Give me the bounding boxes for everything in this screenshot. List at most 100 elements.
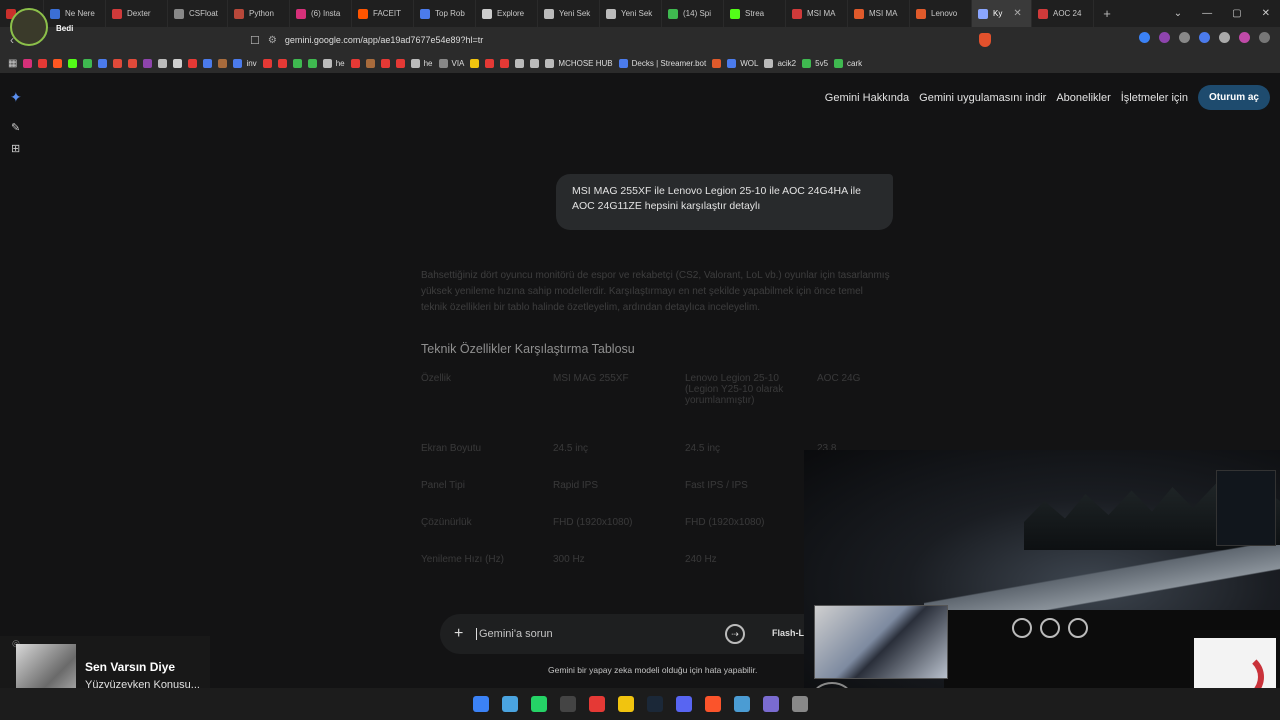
bookmark-item[interactable] [350, 58, 360, 68]
browser-tab[interactable]: Yeni Sek [600, 0, 662, 27]
taskbar-app-icon[interactable] [791, 696, 808, 712]
site-info-icon[interactable]: ⚙ [268, 35, 277, 46]
bookmark-item[interactable] [53, 58, 63, 68]
bookmark-item[interactable] [530, 58, 540, 68]
bookmark-item[interactable]: Decks | Streamer.bot [618, 58, 707, 68]
menu-icon[interactable] [1259, 32, 1270, 43]
bookmark-item[interactable] [262, 58, 272, 68]
bookmark-item[interactable] [98, 58, 108, 68]
bookmark-item[interactable]: WOL [727, 58, 758, 68]
bookmark-item[interactable] [83, 58, 93, 68]
bookmark-item[interactable] [485, 58, 495, 68]
bookmark-item[interactable] [113, 58, 123, 68]
bookmark-item[interactable]: he [322, 58, 345, 68]
bookmark-item[interactable] [143, 58, 153, 68]
bookmark-favicon-icon [545, 58, 555, 68]
bookmark-item[interactable] [277, 58, 287, 68]
close-tab-icon[interactable]: ✕ [1013, 8, 1021, 19]
bookmark-item[interactable] [470, 58, 480, 68]
gemini-sparkle-icon[interactable]: ✦ [10, 89, 22, 106]
bookmark-icon[interactable]: ☐ [250, 34, 260, 47]
bookmark-item[interactable]: VIA [438, 58, 464, 68]
bookmark-item[interactable]: inv [233, 58, 257, 68]
bookmark-item[interactable] [365, 58, 375, 68]
bookmark-item[interactable]: 5v5 [802, 58, 828, 68]
browser-tab[interactable]: AOC 24 [1032, 0, 1094, 27]
bookmark-item[interactable] [292, 58, 302, 68]
browser-tab[interactable]: Strea [724, 0, 786, 27]
bookmark-item[interactable]: cark [834, 58, 862, 68]
bookmark-item[interactable] [188, 58, 198, 68]
taskbar-app-icon[interactable] [472, 696, 489, 712]
taskbar-app-icon[interactable] [733, 696, 750, 712]
taskbar-app-icon[interactable] [530, 696, 547, 712]
bookmark-item[interactable] [218, 58, 228, 68]
browser-tab[interactable]: Python [228, 0, 290, 27]
browser-tab[interactable]: (14) Spi [662, 0, 724, 27]
leo-icon[interactable] [1239, 32, 1250, 43]
url-text[interactable]: gemini.google.com/app/ae19ad7677e54e89?h… [285, 35, 483, 45]
browser-tab[interactable]: Lenovo [910, 0, 972, 27]
browser-tab[interactable]: Dexter [106, 0, 168, 27]
gems-icon[interactable]: ⊞ [11, 142, 20, 155]
bookmark-item[interactable] [173, 58, 183, 68]
browser-tab[interactable]: MSI MA [848, 0, 910, 27]
browser-tab[interactable]: Ne Nere [44, 0, 106, 27]
tools-icon[interactable]: ⇢ [725, 624, 745, 644]
taskbar-app-icon[interactable] [559, 696, 576, 712]
bookmark-item[interactable] [380, 58, 390, 68]
taskbar-app-icon[interactable] [762, 696, 779, 712]
browser-tab[interactable]: Ky ✕ [972, 0, 1032, 27]
taskbar-app-icon[interactable] [617, 696, 634, 712]
bookmark-item[interactable]: acik2 [764, 58, 796, 68]
bookmark-item[interactable] [38, 58, 48, 68]
taskbar-app-icon[interactable] [588, 696, 605, 712]
bookmark-item[interactable] [128, 58, 138, 68]
model-selector[interactable]: Flash-L [772, 628, 804, 638]
prompt-input[interactable]: Gemini'a sorun [476, 628, 553, 640]
nav-about[interactable]: Gemini Hakkında [825, 92, 909, 104]
extension-icon[interactable] [1199, 32, 1210, 43]
new-chat-icon[interactable]: ✎ [11, 121, 20, 134]
bookmark-item[interactable]: MCHOSE HUB [545, 58, 613, 68]
nav-subscriptions[interactable]: Abonelikler [1056, 92, 1110, 104]
bookmark-item[interactable]: he [410, 58, 433, 68]
bookmark-item[interactable] [515, 58, 525, 68]
bookmark-item[interactable] [158, 58, 168, 68]
nav-business[interactable]: İşletmeler için [1121, 92, 1188, 104]
minimize-icon[interactable]: — [1202, 8, 1212, 19]
omnibox[interactable]: ☐ ⚙ gemini.google.com/app/ae19ad7677e54e… [250, 30, 950, 50]
nav-download[interactable]: Gemini uygulamasını indir [919, 92, 1046, 104]
add-icon[interactable]: + [454, 625, 476, 643]
bookmark-label: Decks | Streamer.bot [631, 58, 707, 68]
taskbar-app-icon[interactable] [704, 696, 721, 712]
extension-icon[interactable] [1139, 32, 1150, 43]
brave-shield-icon[interactable] [979, 33, 991, 47]
close-window-icon[interactable]: ✕ [1262, 8, 1270, 19]
taskbar-app-icon[interactable] [675, 696, 692, 712]
bookmark-item[interactable] [307, 58, 317, 68]
browser-tab[interactable]: Top Rob [414, 0, 476, 27]
taskbar-app-icon[interactable] [501, 696, 518, 712]
sign-in-button[interactable]: Oturum aç [1197, 85, 1270, 110]
taskbar-app-icon[interactable] [646, 696, 663, 712]
browser-tab[interactable]: FACEIT [352, 0, 414, 27]
bookmark-item[interactable] [500, 58, 510, 68]
browser-tab[interactable]: (6) Insta [290, 0, 352, 27]
tab-search-icon[interactable]: ⌄ [1174, 8, 1182, 19]
new-tab-button[interactable]: + [1094, 6, 1120, 21]
extension-icon[interactable] [1179, 32, 1190, 43]
bookmark-item[interactable] [395, 58, 405, 68]
browser-tab[interactable]: MSI MA [786, 0, 848, 27]
maximize-icon[interactable]: ▢ [1232, 8, 1241, 19]
extensions-puzzle-icon[interactable] [1219, 32, 1230, 43]
apps-grid-icon[interactable]: ▦ [8, 58, 17, 69]
browser-tab[interactable]: Yeni Sek [538, 0, 600, 27]
browser-tab[interactable]: CSFloat [168, 0, 228, 27]
browser-tab[interactable]: Explore [476, 0, 538, 27]
extension-icon[interactable] [1159, 32, 1170, 43]
bookmark-item[interactable] [203, 58, 213, 68]
bookmark-item[interactable] [68, 58, 78, 68]
bookmark-item[interactable] [712, 58, 722, 68]
bookmark-item[interactable] [23, 58, 33, 68]
